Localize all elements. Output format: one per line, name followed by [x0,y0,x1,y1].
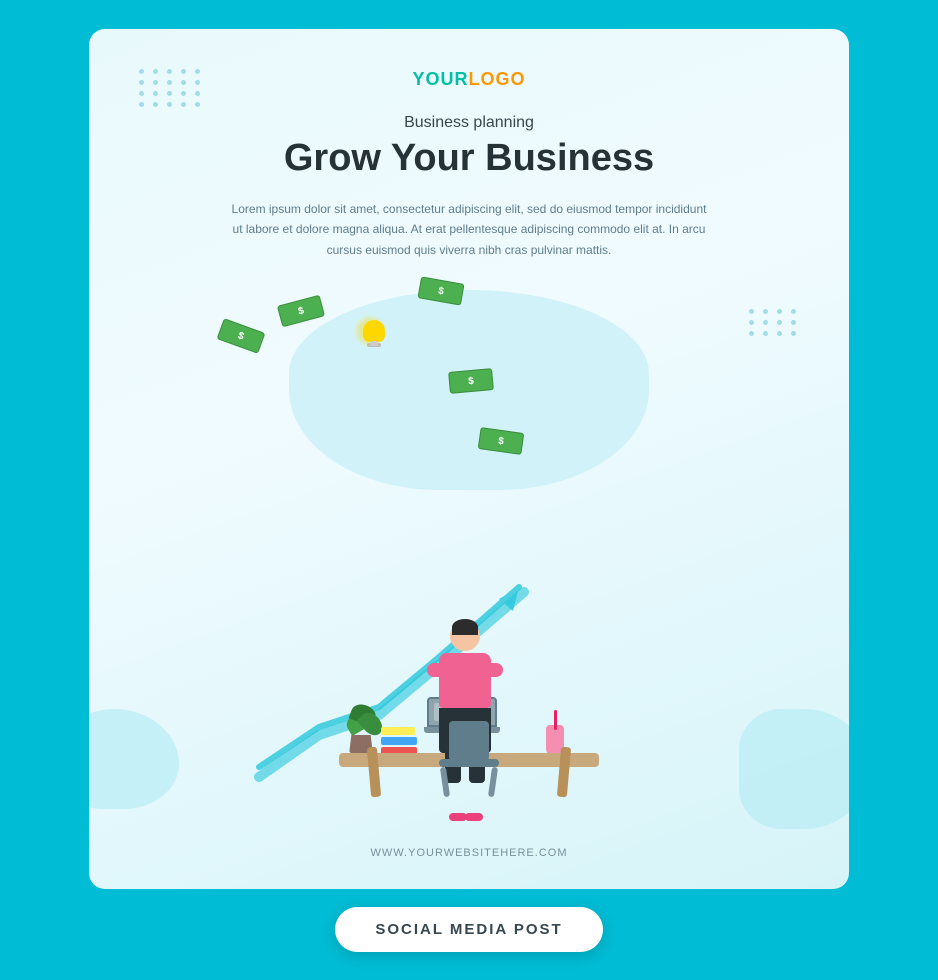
chair [434,721,504,797]
page-background: YOURLOGO Business planning Grow Your Bus… [0,0,938,980]
illustration-area [139,270,799,836]
money-bill-3 [448,368,494,394]
social-media-post-button[interactable]: SOCIAL MEDIA POST [335,907,602,952]
decorative-dots-topleft [139,69,203,107]
description-text: Lorem ipsum dolor sit amet, consectetur … [229,199,709,260]
logo-logo-text: LOGO [469,69,526,89]
lightbulb-icon [359,320,389,350]
main-card: YOURLOGO Business planning Grow Your Bus… [89,29,849,889]
logo-your-text: YOUR [412,69,468,89]
logo: YOURLOGO [412,69,525,90]
main-title: Grow Your Business [284,136,654,182]
subtitle: Business planning [404,114,534,132]
books-stack [381,727,417,755]
money-bill-1 [277,295,325,328]
website-url: WWW.YOURWEBSITEHERE.COM [371,837,568,859]
desk-scene [309,557,629,797]
social-button-container: SOCIAL MEDIA POST [335,907,602,952]
money-bill-5 [217,318,266,354]
